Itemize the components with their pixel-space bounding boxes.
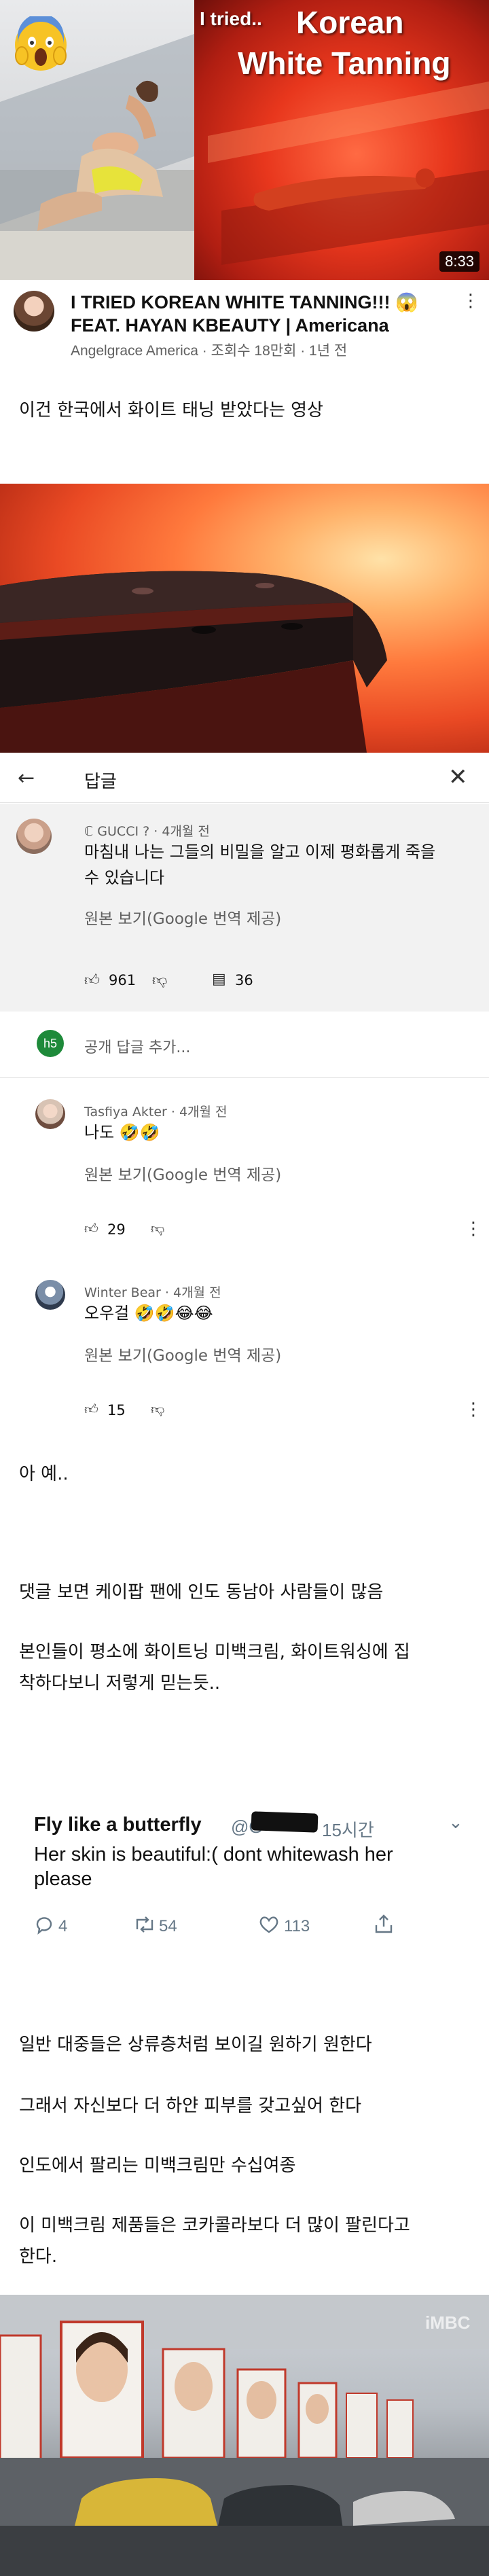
dislike-icon[interactable]: 👎︎	[151, 1220, 164, 1237]
more-options-icon[interactable]: ⋮	[462, 292, 479, 310]
tweet-retweet-count: 54	[159, 1917, 177, 1935]
reply-avatar-2[interactable]	[35, 1280, 65, 1310]
svg-text:iMBC: iMBC	[425, 2312, 471, 2333]
video-title[interactable]: I TRIED KOREAN WHITE TANNING!!! 😱 FEAT. …	[71, 291, 451, 337]
parent-comment-avatar[interactable]	[16, 819, 52, 854]
tweet-text-line2: please	[34, 1868, 92, 1890]
add-reply-input[interactable]: 공개 답글 추가...	[84, 1035, 190, 1057]
like-icon[interactable]: 👍︎	[84, 1220, 98, 1237]
back-arrow-icon[interactable]: ←	[18, 766, 35, 790]
video-meta: Angelgrace America · 조회수 18만회 · 1년 전	[71, 343, 348, 359]
tweet-text-line1: Her skin is beautiful:( dont whitewash h…	[34, 1844, 393, 1865]
caption-1: 이건 한국에서 화이트 태닝 받았다는 영상	[19, 400, 323, 421]
caption-4-line2: 착하다보니 저렇게 믿는듯..	[19, 1673, 221, 1694]
reply-like-count-2: 15	[107, 1402, 126, 1418]
dislike-icon[interactable]: 👎︎	[151, 1401, 164, 1418]
tweet-card: Fly like a butterfly @G 15시간 ⌄ Her skin …	[0, 1793, 489, 1997]
reply-translate-link-1[interactable]: 원본 보기(Google 번역 제공)	[84, 1162, 281, 1185]
dislike-icon[interactable]: 👎︎	[152, 971, 167, 989]
like-icon[interactable]: 👍︎	[84, 971, 100, 989]
retweet-icon[interactable]	[133, 1914, 156, 1935]
redaction-mark	[251, 1811, 319, 1833]
reply-icon[interactable]: ▤	[212, 971, 226, 988]
screaming-face-emoji-icon	[15, 16, 67, 71]
tweet-author-name: Fly like a butterfly	[34, 1814, 202, 1836]
reply-translate-link-2[interactable]: 원본 보기(Google 번역 제공)	[84, 1342, 281, 1365]
caption-6: 그래서 자신보다 더 하얀 피부를 갖고싶어 한다	[19, 2096, 362, 2116]
thumbnail-title-line1: I tried..	[200, 8, 262, 29]
more-options-icon[interactable]: ⋮	[465, 1401, 482, 1418]
user-avatar: h5	[37, 1030, 64, 1057]
divider	[0, 1077, 489, 1078]
parent-reply-count: 36	[235, 972, 253, 988]
tanning-bed-image	[0, 484, 489, 753]
caption-5: 일반 대중들은 상류층처럼 보이길 원하기 원한다	[19, 2035, 372, 2055]
caption-7: 인도에서 팔리는 미백크림만 수십여종	[19, 2155, 296, 2176]
thumbnail-title-line3: White Tanning	[238, 46, 451, 81]
reply-like-count-1: 29	[107, 1221, 126, 1238]
parent-comment-text-line2: 수 있습니다	[84, 868, 165, 887]
replies-title: 답글	[84, 772, 117, 792]
thumbnail-right-image: I tried.. Korean White Tanning 8:33	[194, 0, 489, 280]
red-tanning-bed-photo	[208, 82, 489, 265]
reply-avatar-1[interactable]	[35, 1099, 65, 1129]
reply-icon[interactable]	[34, 1914, 54, 1935]
video-thumbnails[interactable]: I tried.. Korean White Tanning 8:33	[0, 0, 489, 280]
parent-translate-link[interactable]: 원본 보기(Google 번역 제공)	[84, 906, 281, 929]
caption-8-line1: 이 미백크림 제품들은 코카콜라보다 더 많이 팔린다고	[19, 2215, 410, 2236]
close-icon[interactable]: ✕	[448, 764, 468, 791]
reply-text-2: 오우걸 🤣🤣😂😂	[84, 1304, 213, 1323]
like-icon[interactable]: 👍︎	[84, 1401, 98, 1418]
parent-comment: ℂ GUCCI ? · 4개월 전 마침내 나는 그들의 비밀을 알고 이제 평…	[0, 804, 489, 1012]
parent-like-count: 961	[109, 972, 137, 988]
tweet-time: 15시간	[322, 1820, 374, 1840]
caption-4-line1: 본인들이 평소에 화이트닝 미백크림, 화이트워싱에 집	[19, 1642, 410, 1662]
thumbnail-left-image	[0, 0, 194, 280]
caption-3: 댓글 보면 케이팝 팬에 인도 동남아 사람들이 많음	[19, 1582, 384, 1603]
replies-header: ← 답글 ✕	[0, 753, 489, 803]
parent-comment-author: ℂ GUCCI ? · 4개월 전	[84, 824, 210, 839]
share-icon[interactable]	[374, 1913, 394, 1935]
billboards-street-image: iMBC	[0, 2295, 489, 2576]
channel-avatar[interactable]	[14, 291, 54, 332]
thumbnail-title-line2: Korean	[296, 5, 404, 40]
parent-comment-text-line1: 마침내 나는 그들의 비밀을 알고 이제 평화롭게 죽을	[84, 842, 436, 861]
tanning-bed-graphic	[0, 571, 387, 753]
billboards-graphic: iMBC	[0, 2295, 489, 2576]
like-heart-icon[interactable]	[258, 1914, 280, 1935]
more-options-icon[interactable]: ⋮	[465, 1220, 482, 1238]
reply-text-1: 나도 🤣🤣	[84, 1123, 160, 1142]
tweet-like-count: 113	[284, 1917, 310, 1935]
reply-author-2: Winter Bear · 4개월 전	[84, 1285, 221, 1300]
video-duration: 8:33	[439, 251, 479, 272]
caption-8-line2: 한다.	[19, 2247, 58, 2267]
chevron-down-icon[interactable]: ⌄	[448, 1812, 463, 1833]
tweet-reply-count: 4	[58, 1917, 68, 1935]
reply-author-1: Tasfiya Akter · 4개월 전	[84, 1105, 228, 1120]
caption-2: 아 예..	[19, 1464, 69, 1484]
